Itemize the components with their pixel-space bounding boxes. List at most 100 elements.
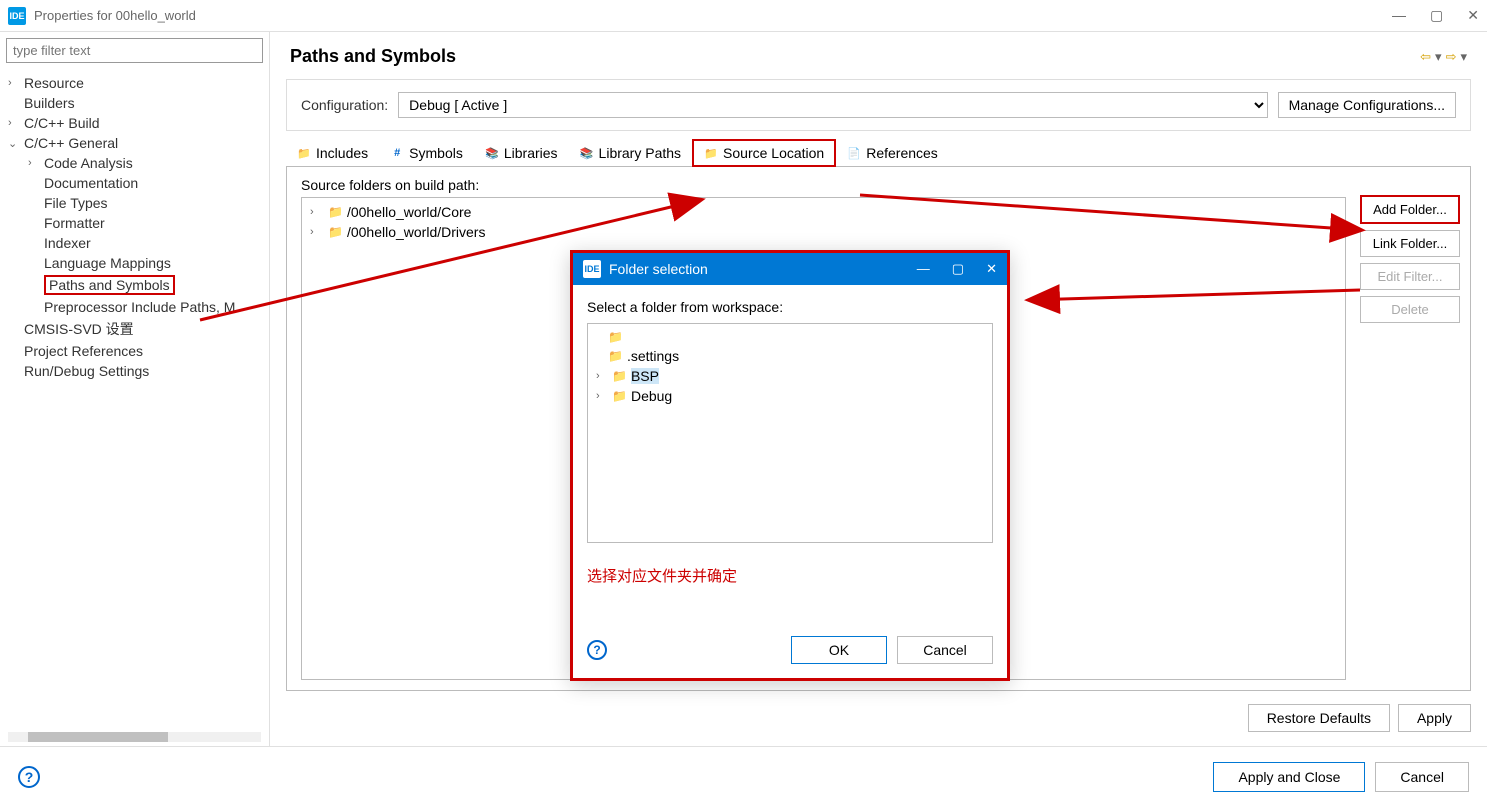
folder-icon: 📁 bbox=[612, 369, 627, 383]
edit-filter-button: Edit Filter... bbox=[1360, 263, 1460, 290]
folder-icon: 📁 bbox=[612, 389, 627, 403]
dialog-help-icon[interactable]: ? bbox=[587, 640, 607, 660]
tab-label: Libraries bbox=[504, 145, 558, 161]
sidebar-item-label: CMSIS-SVD 设置 bbox=[24, 319, 134, 339]
folder-icon: 📁 bbox=[297, 146, 311, 160]
sidebar-item-label: File Types bbox=[44, 195, 108, 211]
dialog-folder-tree[interactable]: 📁📁.settings›📁BSP›📁Debug bbox=[587, 323, 993, 543]
sidebar-item-c-c-build[interactable]: ›C/C++ Build bbox=[0, 113, 269, 133]
dialog-folder-item[interactable]: ›📁Debug bbox=[588, 386, 992, 406]
dialog-folder-label: .settings bbox=[627, 348, 679, 364]
tree-arrow-icon: › bbox=[8, 77, 24, 89]
sidebar-item-project-references[interactable]: Project References bbox=[0, 341, 269, 361]
tree-arrow-icon: › bbox=[596, 370, 608, 382]
sidebar-item-label: Builders bbox=[24, 95, 75, 111]
sidebar-item-file-types[interactable]: File Types bbox=[0, 193, 269, 213]
source-folder-item[interactable]: › 📁 /00hello_world/Drivers bbox=[302, 222, 1345, 242]
dialog-folder-item[interactable]: 📁 .settings bbox=[588, 346, 992, 366]
filter-input[interactable] bbox=[6, 38, 263, 63]
sidebar-item-paths-and-symbols[interactable]: Paths and Symbols bbox=[0, 273, 269, 297]
sidebar-item-label: Run/Debug Settings bbox=[24, 363, 149, 379]
tab-library-paths[interactable]: 📚Library Paths bbox=[569, 139, 692, 167]
config-label: Configuration: bbox=[301, 97, 388, 113]
sidebar-scrollbar[interactable] bbox=[8, 732, 261, 742]
source-folders-label: Source folders on build path: bbox=[301, 177, 1346, 193]
source-folder-item[interactable]: ›📁/00hello_world/Core bbox=[302, 202, 1345, 222]
nav-icons: ⇦ ▾ ⇨ ▾ bbox=[1420, 49, 1467, 65]
maximize-button[interactable]: ▢ bbox=[1430, 7, 1443, 24]
tab-label: References bbox=[866, 145, 938, 161]
link-folder-button[interactable]: Link Folder... bbox=[1360, 230, 1460, 257]
sidebar-item-cmsis-svd-[interactable]: CMSIS-SVD 设置 bbox=[0, 317, 269, 341]
nav-back-icon[interactable]: ⇦ bbox=[1420, 49, 1431, 65]
config-select[interactable]: Debug [ Active ] bbox=[398, 92, 1267, 118]
minimize-button[interactable]: — bbox=[1392, 7, 1406, 24]
source-folder-path: /00hello_world/Drivers bbox=[347, 224, 486, 240]
cancel-button[interactable]: Cancel bbox=[1375, 762, 1469, 792]
sidebar-item-label: Language Mappings bbox=[44, 255, 171, 271]
tab-source-location[interactable]: 📁 Source Location bbox=[692, 139, 836, 167]
dialog-maximize-button[interactable]: ▢ bbox=[952, 261, 964, 277]
tree-arrow-icon: › bbox=[310, 206, 324, 218]
dialog-titlebar: IDE Folder selection — ▢ ✕ bbox=[573, 253, 1007, 285]
tab-label: Symbols bbox=[409, 145, 463, 161]
folder-icon: 📁 bbox=[608, 349, 623, 363]
tab-references[interactable]: 📄References bbox=[836, 139, 949, 167]
hash-icon: # bbox=[390, 146, 404, 160]
tab-libraries[interactable]: 📚 Libraries bbox=[474, 139, 569, 167]
dialog-close-button[interactable]: ✕ bbox=[986, 261, 997, 277]
dialog-folder-item[interactable]: 📁 bbox=[588, 328, 992, 346]
sidebar-item-builders[interactable]: Builders bbox=[0, 93, 269, 113]
nav-forward-menu[interactable]: ▾ bbox=[1460, 49, 1467, 65]
nav-forward-icon[interactable]: ⇨ bbox=[1446, 49, 1457, 65]
sidebar-item-label: Preprocessor Include Paths, M bbox=[44, 299, 235, 315]
folder-icon: 📁 bbox=[608, 330, 623, 344]
restore-defaults-button[interactable]: Restore Defaults bbox=[1248, 704, 1390, 732]
manage-configs-button[interactable]: Manage Configurations... bbox=[1278, 92, 1456, 118]
book-icon: 📚 bbox=[485, 146, 499, 160]
sidebar-item-preprocessor-include-paths-m[interactable]: Preprocessor Include Paths, M bbox=[0, 297, 269, 317]
dialog-title: Folder selection bbox=[609, 261, 917, 277]
sidebar-item-c-c-general[interactable]: ⌄C/C++ General bbox=[0, 133, 269, 153]
sidebar-item-label: C/C++ Build bbox=[24, 115, 99, 131]
book-icon: 📚 bbox=[580, 146, 594, 160]
tree-arrow-icon: › bbox=[28, 157, 44, 169]
tab-includes[interactable]: 📁Includes bbox=[286, 139, 379, 167]
folder-selection-dialog: IDE Folder selection — ▢ ✕ Select a fold… bbox=[570, 250, 1010, 681]
sidebar-item-language-mappings[interactable]: Language Mappings bbox=[0, 253, 269, 273]
sidebar-item-code-analysis[interactable]: ›Code Analysis bbox=[0, 153, 269, 173]
sidebar-item-formatter[interactable]: Formatter bbox=[0, 213, 269, 233]
right-buttons-column: Add Folder... Link Folder... Edit Filter… bbox=[1360, 167, 1470, 690]
delete-button: Delete bbox=[1360, 296, 1460, 323]
sidebar-item-documentation[interactable]: Documentation bbox=[0, 173, 269, 193]
dialog-ok-button[interactable]: OK bbox=[791, 636, 887, 664]
dialog-annotation: 选择对应文件夹并确定 bbox=[573, 557, 1007, 626]
sidebar-item-label: Paths and Symbols bbox=[44, 275, 175, 295]
ide-icon: IDE bbox=[583, 260, 601, 278]
sidebar-item-run-debug-settings[interactable]: Run/Debug Settings bbox=[0, 361, 269, 381]
page-title: Paths and Symbols bbox=[290, 46, 1420, 67]
tree-arrow-icon: › bbox=[310, 226, 324, 238]
dialog-folder-label: Debug bbox=[631, 388, 672, 404]
nav-back-menu[interactable]: ▾ bbox=[1435, 49, 1442, 65]
apply-button[interactable]: Apply bbox=[1398, 704, 1471, 732]
folder-icon: 📁 bbox=[328, 225, 343, 239]
tab-symbols[interactable]: # Symbols bbox=[379, 139, 474, 167]
help-icon[interactable]: ? bbox=[18, 766, 40, 788]
add-folder-button[interactable]: Add Folder... bbox=[1360, 195, 1460, 224]
dialog-folder-item[interactable]: ›📁BSP bbox=[588, 366, 992, 386]
apply-and-close-button[interactable]: Apply and Close bbox=[1213, 762, 1365, 792]
sidebar-item-resource[interactable]: ›Resource bbox=[0, 73, 269, 93]
close-button[interactable]: ✕ bbox=[1467, 7, 1479, 24]
sidebar-item-indexer[interactable]: Indexer bbox=[0, 233, 269, 253]
sidebar-tree: ›ResourceBuilders›C/C++ Build⌄C/C++ Gene… bbox=[0, 69, 269, 728]
folder-icon: 📁 bbox=[704, 146, 718, 160]
sidebar-item-label: Project References bbox=[24, 343, 143, 359]
tree-arrow-icon: ⌄ bbox=[8, 137, 24, 150]
sidebar-item-label: Indexer bbox=[44, 235, 91, 251]
dialog-cancel-button[interactable]: Cancel bbox=[897, 636, 993, 664]
config-bar: Configuration: Debug [ Active ] Manage C… bbox=[286, 79, 1471, 131]
tab-label: Source Location bbox=[723, 145, 824, 161]
dialog-minimize-button[interactable]: — bbox=[917, 261, 930, 277]
window-titlebar: IDE Properties for 00hello_world — ▢ ✕ bbox=[0, 0, 1487, 32]
